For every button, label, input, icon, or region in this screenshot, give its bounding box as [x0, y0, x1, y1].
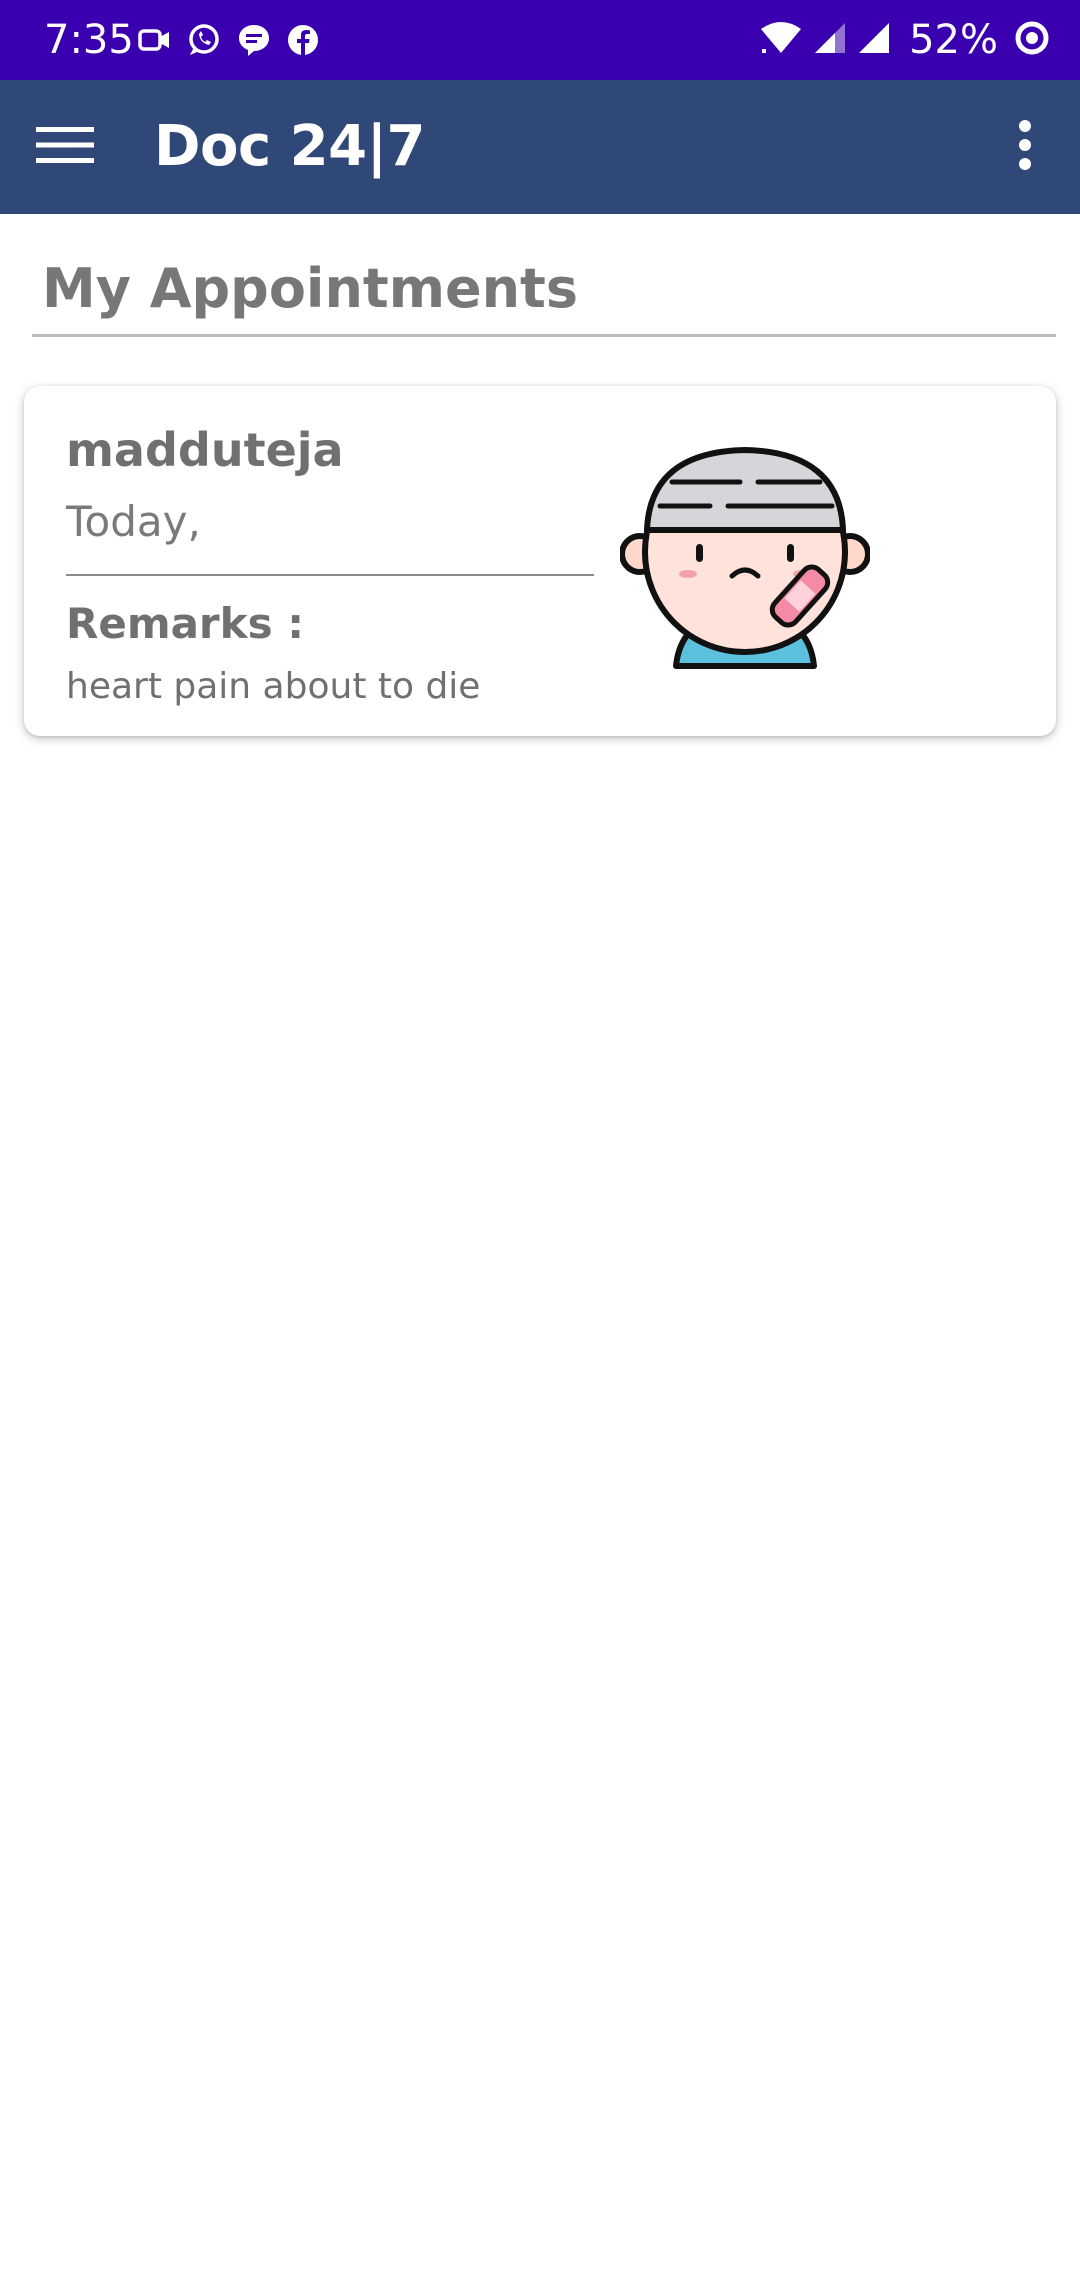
remarks-label: Remarks :: [66, 599, 304, 648]
video-camera-icon: [138, 25, 172, 55]
app-bar: Doc 24|7: [0, 80, 1080, 214]
card-divider: [66, 574, 594, 576]
cell-signal-icon: [857, 21, 891, 60]
whatsapp-icon: [186, 22, 222, 58]
system-icons: 52%: [759, 14, 1050, 66]
page-title: My Appointments: [42, 257, 578, 320]
appointment-card[interactable]: madduteja Today, Remarks : heart pain ab…: [24, 386, 1056, 736]
wifi-icon: [759, 21, 803, 60]
cell-signal-icon: [813, 21, 847, 60]
sick-patient-avatar-icon: [619, 430, 871, 680]
status-time: 7:35: [44, 17, 134, 63]
appointment-date: Today,: [66, 497, 201, 546]
menu-button[interactable]: [30, 112, 100, 182]
messenger-icon: [236, 22, 272, 58]
hamburger-menu-icon: [36, 125, 94, 170]
status-bar: 7:35 52%: [0, 0, 1080, 80]
battery-saver-icon: [1014, 20, 1050, 61]
app-title: Doc 24|7: [154, 114, 426, 179]
remarks-text: heart pain about to die: [66, 666, 481, 707]
divider: [32, 334, 1056, 337]
patient-name: madduteja: [66, 423, 344, 477]
battery-percentage: 52%: [909, 17, 998, 63]
facebook-icon: [286, 23, 320, 57]
more-vertical-icon: [1017, 119, 1033, 176]
notification-icons: [138, 20, 320, 60]
overflow-menu-button[interactable]: [990, 110, 1060, 184]
